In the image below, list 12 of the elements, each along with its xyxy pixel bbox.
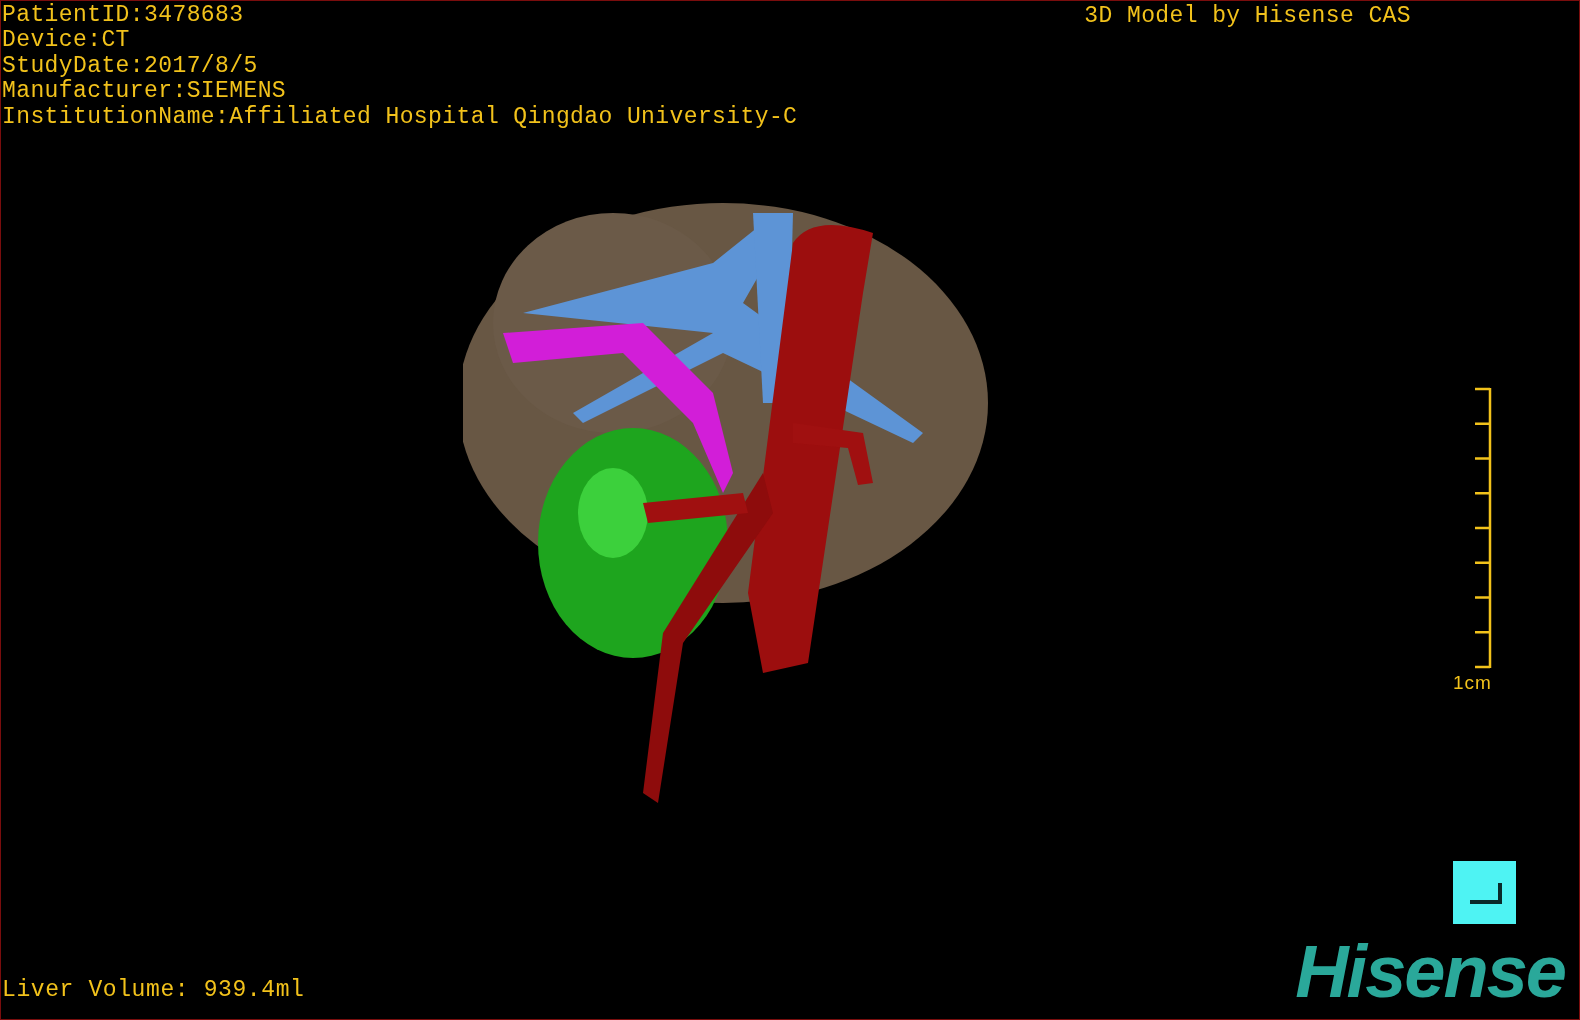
info-text: PatientID:3478683 [2,3,245,28]
info-text: StudyDate:2017/8/5 [2,53,259,79]
info-text: Manufacturer:SIEMENS [2,79,288,105]
brand-logo: Hisense [1295,935,1566,1009]
corner-icon [1467,880,1502,905]
corner-button[interactable] [1453,861,1516,924]
liver-volume-text: Liver Volume: 939.4ml [2,978,305,1003]
ruler-icon [1474,385,1492,671]
info-text: InstitutionName:Affiliated Hospital Qingdao University-C [2,104,798,131]
model-caption: 3D Model by Hisense CAS [1084,4,1411,29]
info-text: Device:CT [2,28,131,54]
scale-label: 1cm [1453,673,1492,693]
